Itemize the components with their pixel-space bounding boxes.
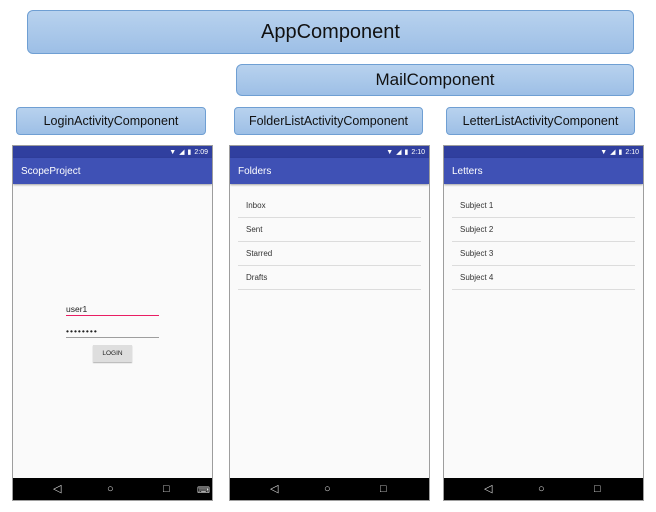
list-item-label: Inbox [246,201,266,210]
signal-icon: ◢ [610,148,616,156]
toolbar-title: Folders [238,165,272,177]
battery-icon: ▮ [618,148,623,156]
letter-item[interactable]: Subject 1 [452,194,635,218]
status-bar: ▼ ◢ ▮ 2:09 [13,146,212,158]
toolbar-title: ScopeProject [21,165,81,177]
battery-icon: ▮ [404,148,409,156]
list-item-label: Drafts [246,273,268,282]
list-item-label: Subject 3 [460,249,494,258]
username-field[interactable]: user1 [66,302,159,316]
password-value: •••••••• [66,326,98,336]
app-component-label: AppComponent [261,20,400,43]
list-item-label: Subject 1 [460,201,494,210]
letters-screen: ▼ ◢ ▮ 2:10 Letters Subject 1 Subject 2 S… [443,145,644,501]
recents-icon[interactable]: □ [163,482,170,496]
wifi-icon: ▼ [169,148,177,156]
list-item-label: Subject 2 [460,225,494,234]
battery-icon: ▮ [187,148,192,156]
navigation-bar: ◁ ○ □ [230,478,429,500]
list-item-label: Starred [246,249,273,258]
letter-list-activity-component-box: LetterListActivityComponent [446,107,635,135]
folder-item-inbox[interactable]: Inbox [238,194,421,218]
mail-component-box: MailComponent [236,64,634,96]
letter-item[interactable]: Subject 4 [452,266,635,290]
navigation-bar: ◁ ○ □ ⌨ [13,478,212,500]
status-bar: ▼ ◢ ▮ 2:10 [444,146,643,158]
folder-item-starred[interactable]: Starred [238,242,421,266]
navigation-bar: ◁ ○ □ [444,478,643,500]
app-toolbar: ScopeProject [13,158,212,184]
status-time: 2:10 [411,148,425,156]
folders-screen: ▼ ◢ ▮ 2:10 Folders Inbox Sent Starred Dr… [229,145,430,501]
keyboard-icon[interactable]: ⌨ [197,483,210,497]
mail-component-label: MailComponent [375,70,495,89]
recents-icon[interactable]: □ [594,482,601,496]
app-toolbar: Folders [230,158,429,184]
wifi-icon: ▼ [600,148,608,156]
folder-list-activity-component-box: FolderListActivityComponent [234,107,423,135]
username-value: user1 [66,304,88,314]
home-icon[interactable]: ○ [538,482,545,496]
status-time: 2:09 [194,148,208,156]
signal-icon: ◢ [179,148,185,156]
wifi-icon: ▼ [386,148,394,156]
login-screen: ▼ ◢ ▮ 2:09 ScopeProject user1 •••••••• L… [12,145,213,501]
login-button[interactable]: LOGIN [93,345,132,362]
folder-list-activity-component-label: FolderListActivityComponent [248,114,409,128]
status-bar: ▼ ◢ ▮ 2:10 [230,146,429,158]
folder-list: Inbox Sent Starred Drafts [238,194,421,290]
list-item-label: Sent [246,225,263,234]
toolbar-title: Letters [452,165,483,177]
letter-item[interactable]: Subject 2 [452,218,635,242]
login-activity-component-label: LoginActivityComponent [43,114,179,128]
login-activity-component-box: LoginActivityComponent [16,107,206,135]
app-component-box: AppComponent [27,10,634,54]
app-toolbar: Letters [444,158,643,184]
home-icon[interactable]: ○ [324,482,331,496]
back-icon[interactable]: ◁ [270,482,278,496]
folder-item-sent[interactable]: Sent [238,218,421,242]
signal-icon: ◢ [396,148,402,156]
status-time: 2:10 [625,148,639,156]
back-icon[interactable]: ◁ [484,482,492,496]
letter-item[interactable]: Subject 3 [452,242,635,266]
list-item-label: Subject 4 [460,273,494,282]
recents-icon[interactable]: □ [380,482,387,496]
letter-list: Subject 1 Subject 2 Subject 3 Subject 4 [452,194,635,290]
folder-item-drafts[interactable]: Drafts [238,266,421,290]
letter-list-activity-component-label: LetterListActivityComponent [462,114,619,128]
back-icon[interactable]: ◁ [53,482,61,496]
password-field[interactable]: •••••••• [66,324,159,338]
home-icon[interactable]: ○ [107,482,114,496]
